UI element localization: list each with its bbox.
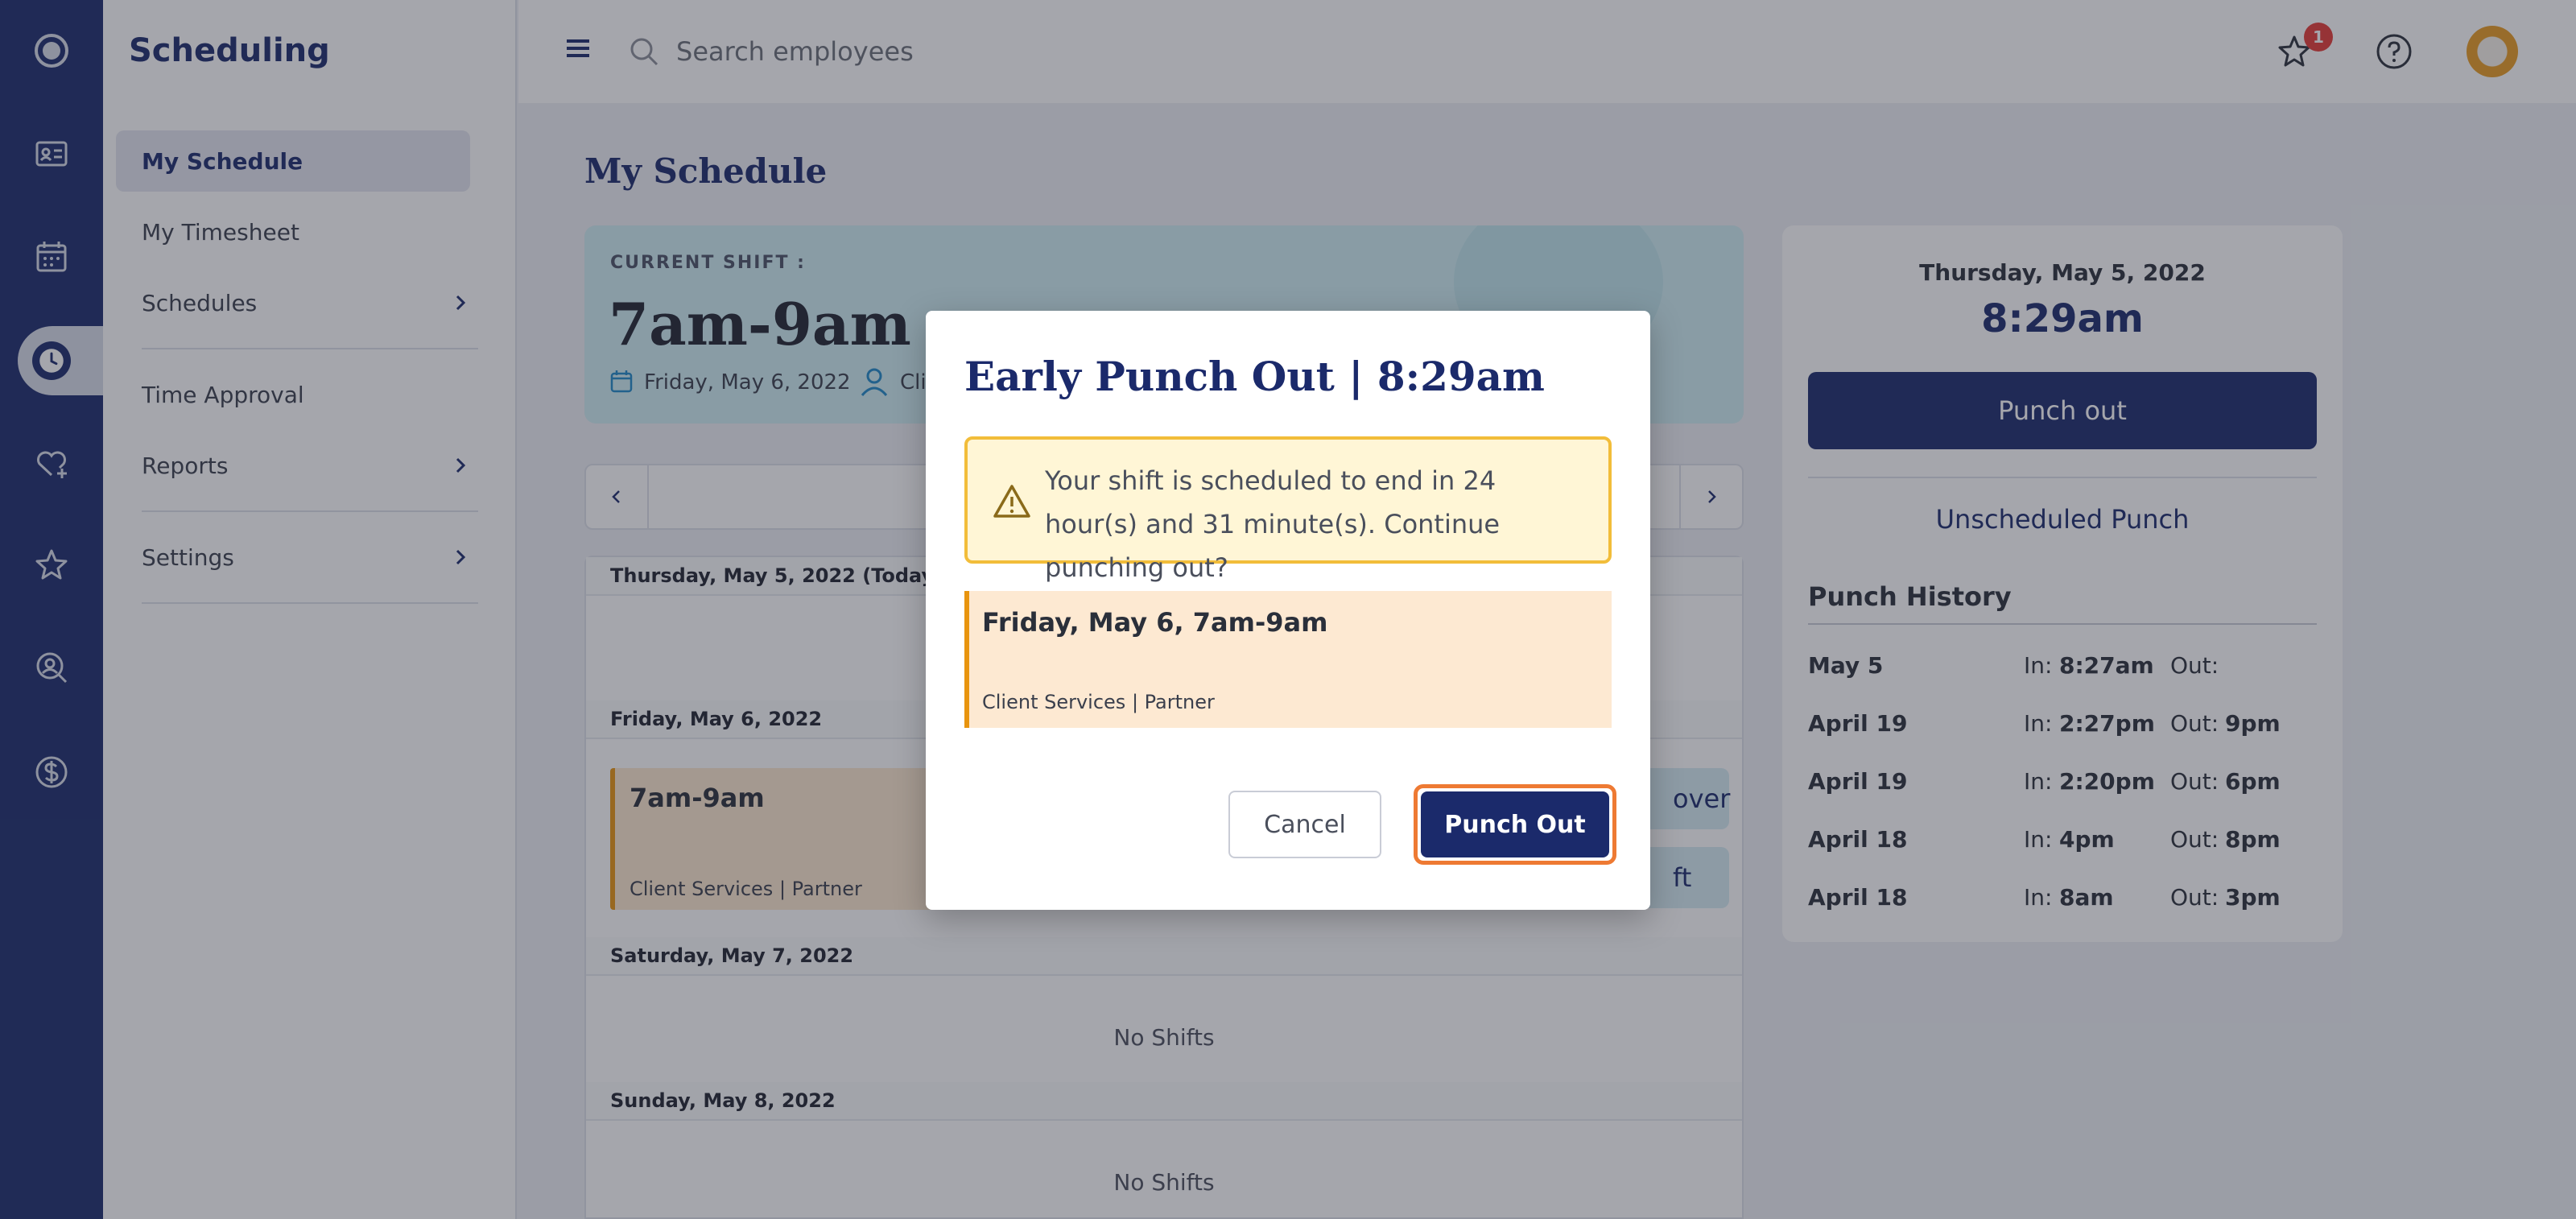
shift-summary: Friday, May 6, 7am-9am Client Services |… [964, 591, 1612, 728]
shift-summary-details: Client Services | Partner [982, 691, 1215, 713]
early-punch-out-dialog: Early Punch Out | 8:29am Your shift is s… [926, 311, 1650, 910]
confirm-punch-out-button[interactable]: Punch Out [1421, 791, 1609, 857]
warning-triangle-icon [993, 485, 1030, 518]
warning-message: Your shift is scheduled to end in 24 hou… [964, 436, 1612, 583]
warning-text: Your shift is scheduled to end in 24 hou… [1045, 465, 1501, 583]
punch-out-focus-ring: Punch Out [1414, 784, 1616, 865]
dialog-title: Early Punch Out | 8:29am [964, 353, 1545, 400]
shift-summary-title: Friday, May 6, 7am-9am [982, 607, 1328, 638]
cancel-button[interactable]: Cancel [1228, 791, 1381, 858]
